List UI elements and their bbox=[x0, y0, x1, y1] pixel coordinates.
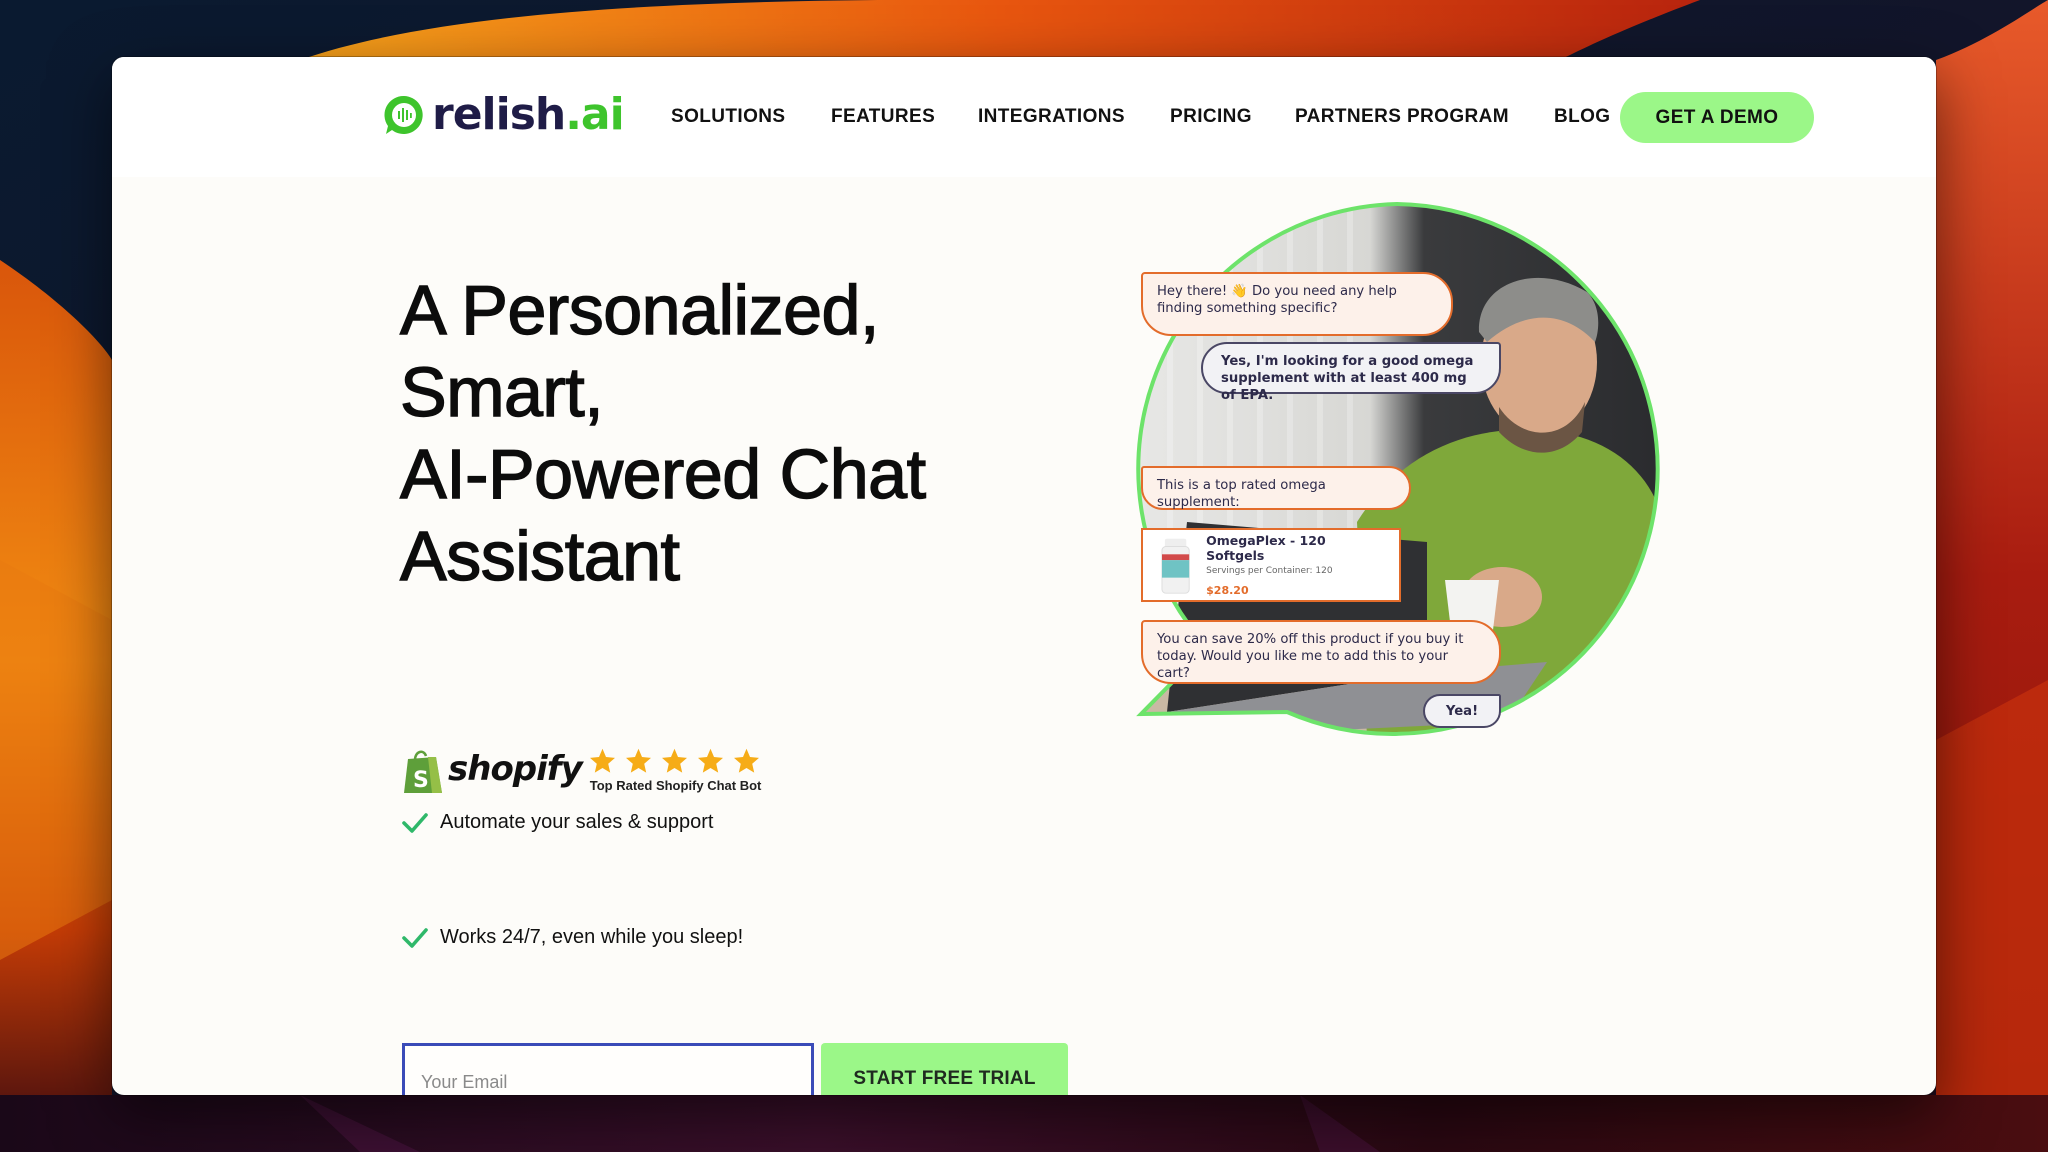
nav-pricing[interactable]: PRICING bbox=[1170, 106, 1252, 128]
feature-item: Automate your sales & support bbox=[402, 811, 713, 834]
nav-features[interactable]: FEATURES bbox=[831, 106, 935, 128]
nav-solutions[interactable]: SOLUTIONS bbox=[671, 106, 785, 128]
hero-title-line: Assistant bbox=[399, 516, 680, 595]
supplement-bottle-image bbox=[1161, 538, 1190, 594]
chat-bubble-bot: You can save 20% off this product if you… bbox=[1141, 620, 1501, 684]
start-free-trial-button[interactable]: START FREE TRIAL bbox=[821, 1043, 1068, 1095]
logo-link[interactable]: relish.ai bbox=[382, 89, 625, 141]
nav-partners-program[interactable]: PARTNERS PROGRAM bbox=[1295, 106, 1509, 128]
logo-wordmark: relish.ai bbox=[432, 89, 625, 140]
check-icon bbox=[402, 812, 428, 833]
nav-integrations[interactable]: INTEGRATIONS bbox=[978, 106, 1125, 128]
hero-title-line: AI-Powered Chat bbox=[399, 434, 926, 513]
feature-text: Works 24/7, even while you sleep! bbox=[440, 926, 744, 948]
feature-item: Works 24/7, even while you sleep! bbox=[402, 926, 743, 949]
star-rating bbox=[588, 747, 762, 775]
browser-window: relish.ai SOLUTIONS FEATURES INTEGRATION… bbox=[112, 57, 1936, 1095]
get-a-demo-button[interactable]: GET A DEMO bbox=[1620, 92, 1814, 143]
rating-label: Top Rated Shopify Chat Bot bbox=[589, 778, 762, 793]
product-servings: Servings per Container: 120 bbox=[1206, 566, 1333, 576]
chat-bubble-soundwave-icon bbox=[384, 95, 423, 134]
shopify-wordmark: shopify bbox=[448, 749, 583, 789]
hero-title-line: A Personalized, bbox=[399, 270, 880, 349]
product-price: $28.20 bbox=[1206, 584, 1249, 597]
star-icon bbox=[589, 748, 615, 773]
shopify-rating-badge: S shopify Top Rated Shopify Chat Bot bbox=[402, 747, 761, 795]
chat-demo-illustration: Hey there! 👋 Do you need any help findin… bbox=[1127, 192, 1667, 737]
svg-text:S: S bbox=[413, 768, 429, 793]
star-icon bbox=[697, 748, 723, 773]
email-input[interactable] bbox=[402, 1043, 814, 1095]
chat-bubble-user: Yes, I'm looking for a good omega supple… bbox=[1201, 342, 1501, 403]
check-icon bbox=[402, 927, 428, 948]
feature-text: Automate your sales & support bbox=[440, 811, 714, 833]
chat-bubble-bot: This is a top rated omega supplement: bbox=[1141, 466, 1411, 510]
chat-bubble-bot: Hey there! 👋 Do you need any help findin… bbox=[1141, 272, 1453, 336]
product-name: OmegaPlex - 120 Softgels bbox=[1206, 533, 1326, 563]
product-card[interactable]: OmegaPlex - 120 Softgels Servings per Co… bbox=[1141, 528, 1401, 602]
shopify-bag-icon: S bbox=[404, 750, 442, 793]
star-icon bbox=[625, 748, 651, 773]
nav-blog[interactable]: BLOG bbox=[1554, 106, 1611, 128]
site-header: relish.ai SOLUTIONS FEATURES INTEGRATION… bbox=[112, 57, 1936, 177]
star-icon bbox=[661, 748, 687, 773]
hero-title: A Personalized, Smart, AI-Powered Chat A… bbox=[399, 269, 926, 597]
hero-title-line: Smart, bbox=[399, 352, 604, 431]
star-icon bbox=[733, 748, 759, 773]
chat-bubble-user: Yea! bbox=[1423, 694, 1501, 728]
